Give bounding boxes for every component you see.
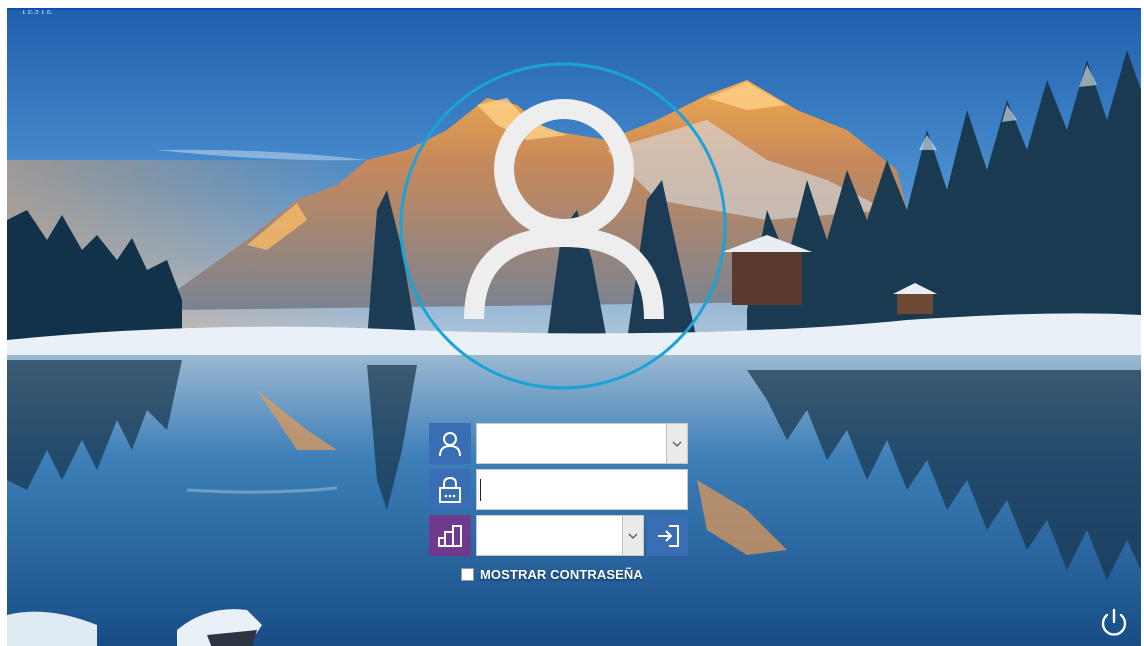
company-row — [429, 515, 688, 556]
user-input[interactable] — [477, 424, 687, 463]
user-dropdown-button[interactable] — [666, 424, 687, 463]
show-password-checkbox[interactable] — [461, 568, 474, 581]
company-select[interactable] — [476, 515, 644, 556]
lock-icon — [429, 469, 471, 510]
sign-in-button[interactable] — [647, 515, 688, 556]
user-row — [429, 423, 688, 464]
chevron-down-icon — [672, 441, 682, 447]
company-dropdown-button[interactable] — [622, 516, 643, 555]
building-icon — [429, 515, 471, 556]
sign-in-icon — [657, 524, 679, 547]
password-field[interactable] — [476, 469, 688, 510]
company-input[interactable] — [477, 516, 643, 555]
password-input[interactable] — [477, 470, 687, 509]
user-avatar-icon — [399, 62, 727, 390]
text-cursor — [480, 479, 481, 501]
password-row — [429, 469, 688, 510]
window-title: TESTE — [21, 8, 53, 16]
power-icon[interactable] — [1097, 606, 1131, 640]
user-icon — [429, 423, 471, 464]
show-password-toggle[interactable]: MOSTRAR CONTRASEÑA — [461, 567, 643, 582]
chevron-down-icon — [628, 533, 638, 539]
user-select[interactable] — [476, 423, 688, 464]
login-screen: TESTE MOSTRAR CONTRASEÑA — [0, 0, 1144, 646]
show-password-label: MOSTRAR CONTRASEÑA — [480, 567, 643, 582]
